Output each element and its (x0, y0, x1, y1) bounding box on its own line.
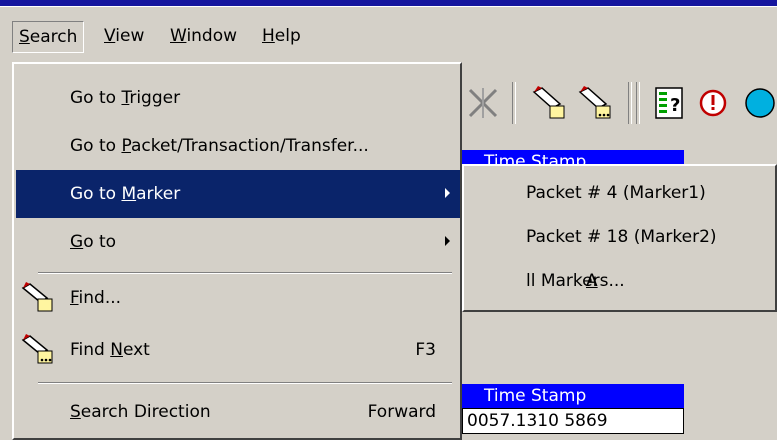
menu-item-go-to-trigger[interactable]: Go to Trigger (16, 74, 460, 122)
submenu-item-marker2[interactable]: Packet # 18 (Marker2) (466, 216, 775, 258)
submenu-arrow-icon (445, 188, 450, 198)
menu-item-go-to[interactable]: Go to (16, 218, 460, 266)
menu-item-label: Go to (70, 232, 117, 252)
alert-icon[interactable] (694, 84, 732, 122)
menu-item-find[interactable]: Find... (16, 274, 460, 322)
find-next-toolbar-icon[interactable] (576, 84, 614, 122)
menu-item-go-to-marker[interactable]: Go to Marker (16, 170, 460, 218)
menu-item-label: Find... (70, 288, 122, 308)
menu-item-label: Find Next (70, 340, 150, 360)
menu-item-label: Search Direction (70, 402, 211, 422)
globe-icon[interactable] (738, 84, 776, 122)
menu-separator (38, 382, 452, 384)
menu-window[interactable]: Window (164, 21, 243, 51)
toolbar-separator (636, 82, 640, 124)
svg-text:?: ? (670, 95, 680, 116)
menu-item-shortcut: F3 (415, 340, 436, 360)
search-direction-value: Forward (367, 402, 436, 422)
find-toolbar-icon[interactable] (530, 84, 568, 122)
submenu-arrow-icon (445, 236, 450, 246)
submenu-item-all-markers[interactable]: All Markers... (466, 260, 775, 302)
toolbar-separator (512, 82, 516, 124)
submenu-item-label: Packet # 4 (Marker1) (526, 183, 706, 203)
menu-item-find-next[interactable]: Find Next F3 (16, 326, 460, 374)
marker-submenu: Packet # 4 (Marker1) Packet # 18 (Marker… (462, 164, 777, 312)
timestamp-column-header[interactable]: Time Stamp (462, 384, 684, 408)
help-document-icon[interactable]: ? (650, 84, 688, 122)
menu-item-label: Go to Marker (70, 184, 181, 204)
submenu-item-label: All Markers... (526, 271, 625, 291)
menu-item-go-to-packet[interactable]: Go to Packet/Transaction/Transfer... (16, 122, 460, 170)
flashlight-icon (21, 282, 53, 312)
cross-tool-icon[interactable] (464, 84, 502, 122)
timestamp-value: 0057.1310 5869 (462, 408, 684, 434)
menu-item-label: Go to Trigger (70, 88, 181, 108)
menu-item-search-direction[interactable]: Search Direction Forward (16, 388, 460, 436)
menu-bar: Search View Window Help (0, 6, 777, 67)
submenu-item-marker1[interactable]: Packet # 4 (Marker1) (466, 172, 775, 214)
menu-item-label: Go to Packet/Transaction/Transfer... (70, 136, 369, 156)
flashlight-next-icon (21, 334, 53, 364)
search-menu: Go to Trigger Go to Packet/Transaction/T… (12, 62, 462, 440)
menu-search[interactable]: Search (12, 21, 85, 53)
menu-view[interactable]: View (98, 21, 150, 51)
toolbar: ? (440, 70, 777, 136)
menu-help[interactable]: Help (256, 21, 307, 51)
toolbar-separator (628, 82, 632, 124)
submenu-item-label: Packet # 18 (Marker2) (526, 227, 717, 247)
